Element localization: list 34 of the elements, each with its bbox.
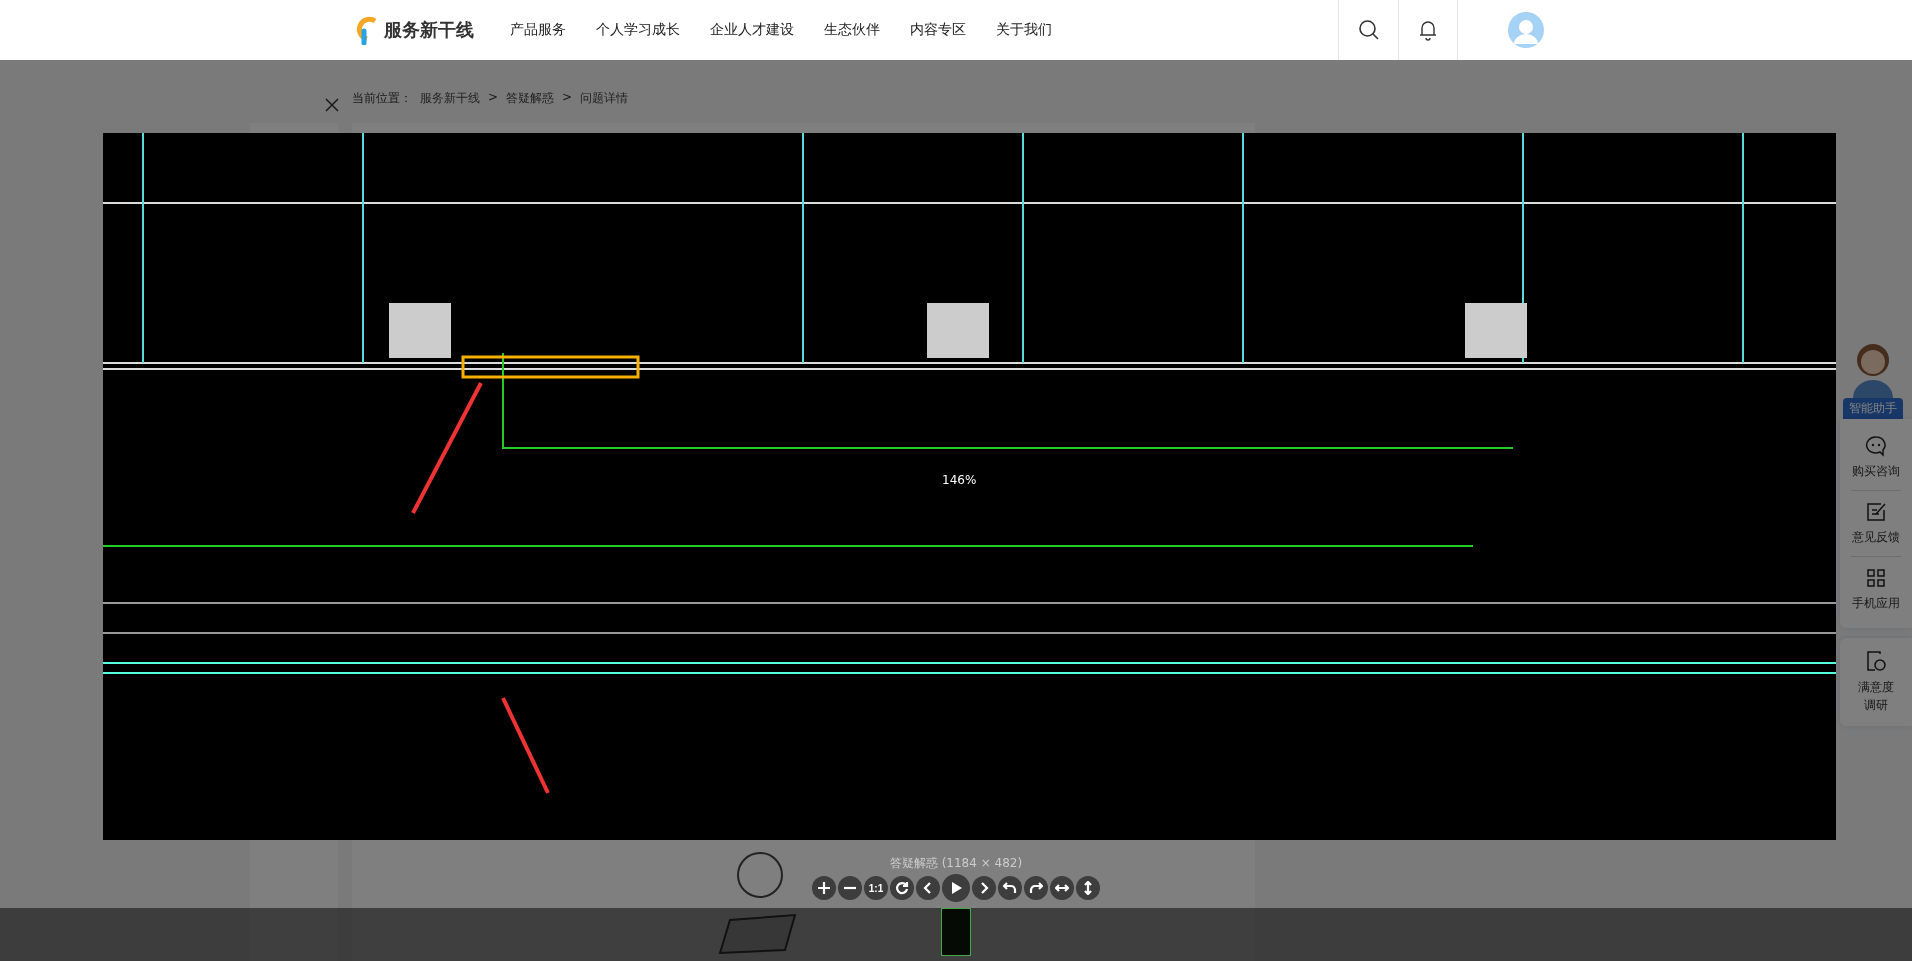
nav-link[interactable]: 生态伙伴	[824, 21, 880, 39]
survey-button[interactable]: 满意度调研	[1840, 638, 1912, 726]
plus-icon	[817, 881, 831, 895]
qr-code-icon	[1865, 567, 1887, 589]
image-caption: 答疑解惑 (1184 × 482)	[888, 855, 1024, 872]
notification-button[interactable]	[1398, 0, 1458, 60]
breadcrumb-link[interactable]: 问题详情	[580, 90, 629, 107]
chat-bubble-icon	[1865, 435, 1887, 457]
breadcrumb-separator: >	[488, 90, 499, 106]
side-menu-item[interactable]: 意见反馈	[1852, 491, 1900, 556]
edit-icon	[1865, 501, 1887, 523]
nav-link[interactable]: 关于我们	[996, 21, 1052, 39]
breadcrumb-separator: >	[562, 90, 573, 106]
side-menu-item[interactable]: 手机应用	[1852, 557, 1900, 622]
breadcrumb-link[interactable]: 答疑解惑	[506, 90, 555, 107]
zoom-percentage: 146%	[940, 473, 979, 487]
breadcrumb-link[interactable]: 服务新干线	[420, 90, 480, 107]
play-icon	[949, 881, 963, 895]
vertical-arrows-icon	[1081, 881, 1095, 895]
survey-icon	[1865, 650, 1887, 672]
logo[interactable]: 服务新干线	[355, 15, 474, 45]
refresh-icon	[895, 881, 909, 895]
nav-link[interactable]: 内容专区	[910, 21, 966, 39]
nav-link[interactable]: 企业人才建设	[710, 21, 794, 39]
nav-link[interactable]: 产品服务	[510, 21, 566, 39]
search-icon	[1357, 19, 1380, 41]
redo-arrow-icon	[1029, 881, 1043, 895]
bell-icon	[1418, 19, 1438, 41]
close-icon[interactable]	[325, 98, 339, 112]
side-menu-item[interactable]: 购买咨询	[1852, 425, 1900, 490]
nav-link[interactable]: 个人学习成长	[596, 21, 680, 39]
undo-arrow-icon	[1003, 881, 1017, 895]
breadcrumb-label: 当前位置：	[352, 90, 412, 107]
image-thumbnail[interactable]	[941, 908, 971, 956]
